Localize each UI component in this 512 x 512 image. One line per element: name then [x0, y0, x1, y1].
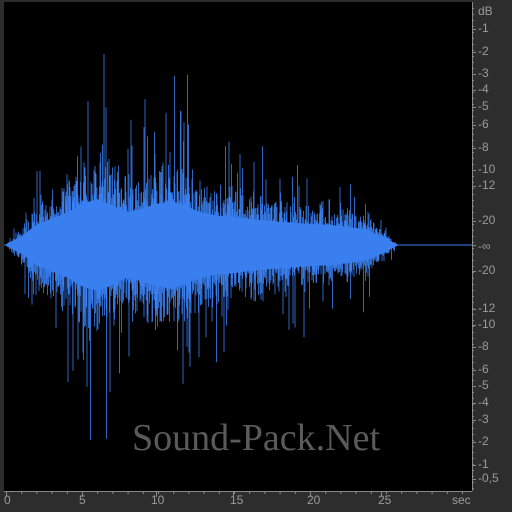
- db-unit-label: dB: [478, 4, 493, 18]
- db-tick-label: -2: [478, 44, 489, 58]
- db-tick-label: -6: [478, 362, 489, 376]
- db-tick-label: -12: [478, 178, 496, 192]
- db-tick-label: -4: [478, 82, 489, 96]
- time-tick-label: 5: [79, 493, 86, 507]
- db-tick-label: -20: [478, 213, 496, 227]
- db-tick-label: -8: [478, 339, 489, 353]
- watermark-text: Sound-Pack.Net: [131, 417, 381, 459]
- time-tick-label: 25: [378, 493, 392, 507]
- db-center-label: -∞: [478, 239, 491, 253]
- db-tick-label: -3: [478, 412, 489, 426]
- db-tick-label: -10: [478, 317, 496, 331]
- waveform-samples: [4, 53, 472, 440]
- time-tick-label: 15: [230, 493, 244, 507]
- db-tick-label: -0,5: [478, 471, 499, 485]
- time-tick-label: 20: [307, 493, 321, 507]
- db-tick-label: -10: [478, 162, 496, 176]
- db-tick-label: -5: [478, 99, 489, 113]
- db-tick-label: -5: [478, 378, 489, 392]
- time-tick-label: 0: [4, 493, 11, 507]
- db-tick-label: -2: [478, 434, 489, 448]
- time-tick-label: 10: [151, 493, 165, 507]
- db-tick-label: -6: [478, 117, 489, 131]
- db-tick-label: -12: [478, 301, 496, 315]
- db-tick-label: -1: [478, 457, 489, 471]
- db-tick-label: -8: [478, 140, 489, 154]
- db-tick-label: -1: [478, 21, 489, 35]
- db-tick-label: -4: [478, 395, 489, 409]
- db-tick-label: -20: [478, 263, 496, 277]
- db-tick-label: -3: [478, 66, 489, 80]
- time-unit-label: sec: [452, 493, 471, 507]
